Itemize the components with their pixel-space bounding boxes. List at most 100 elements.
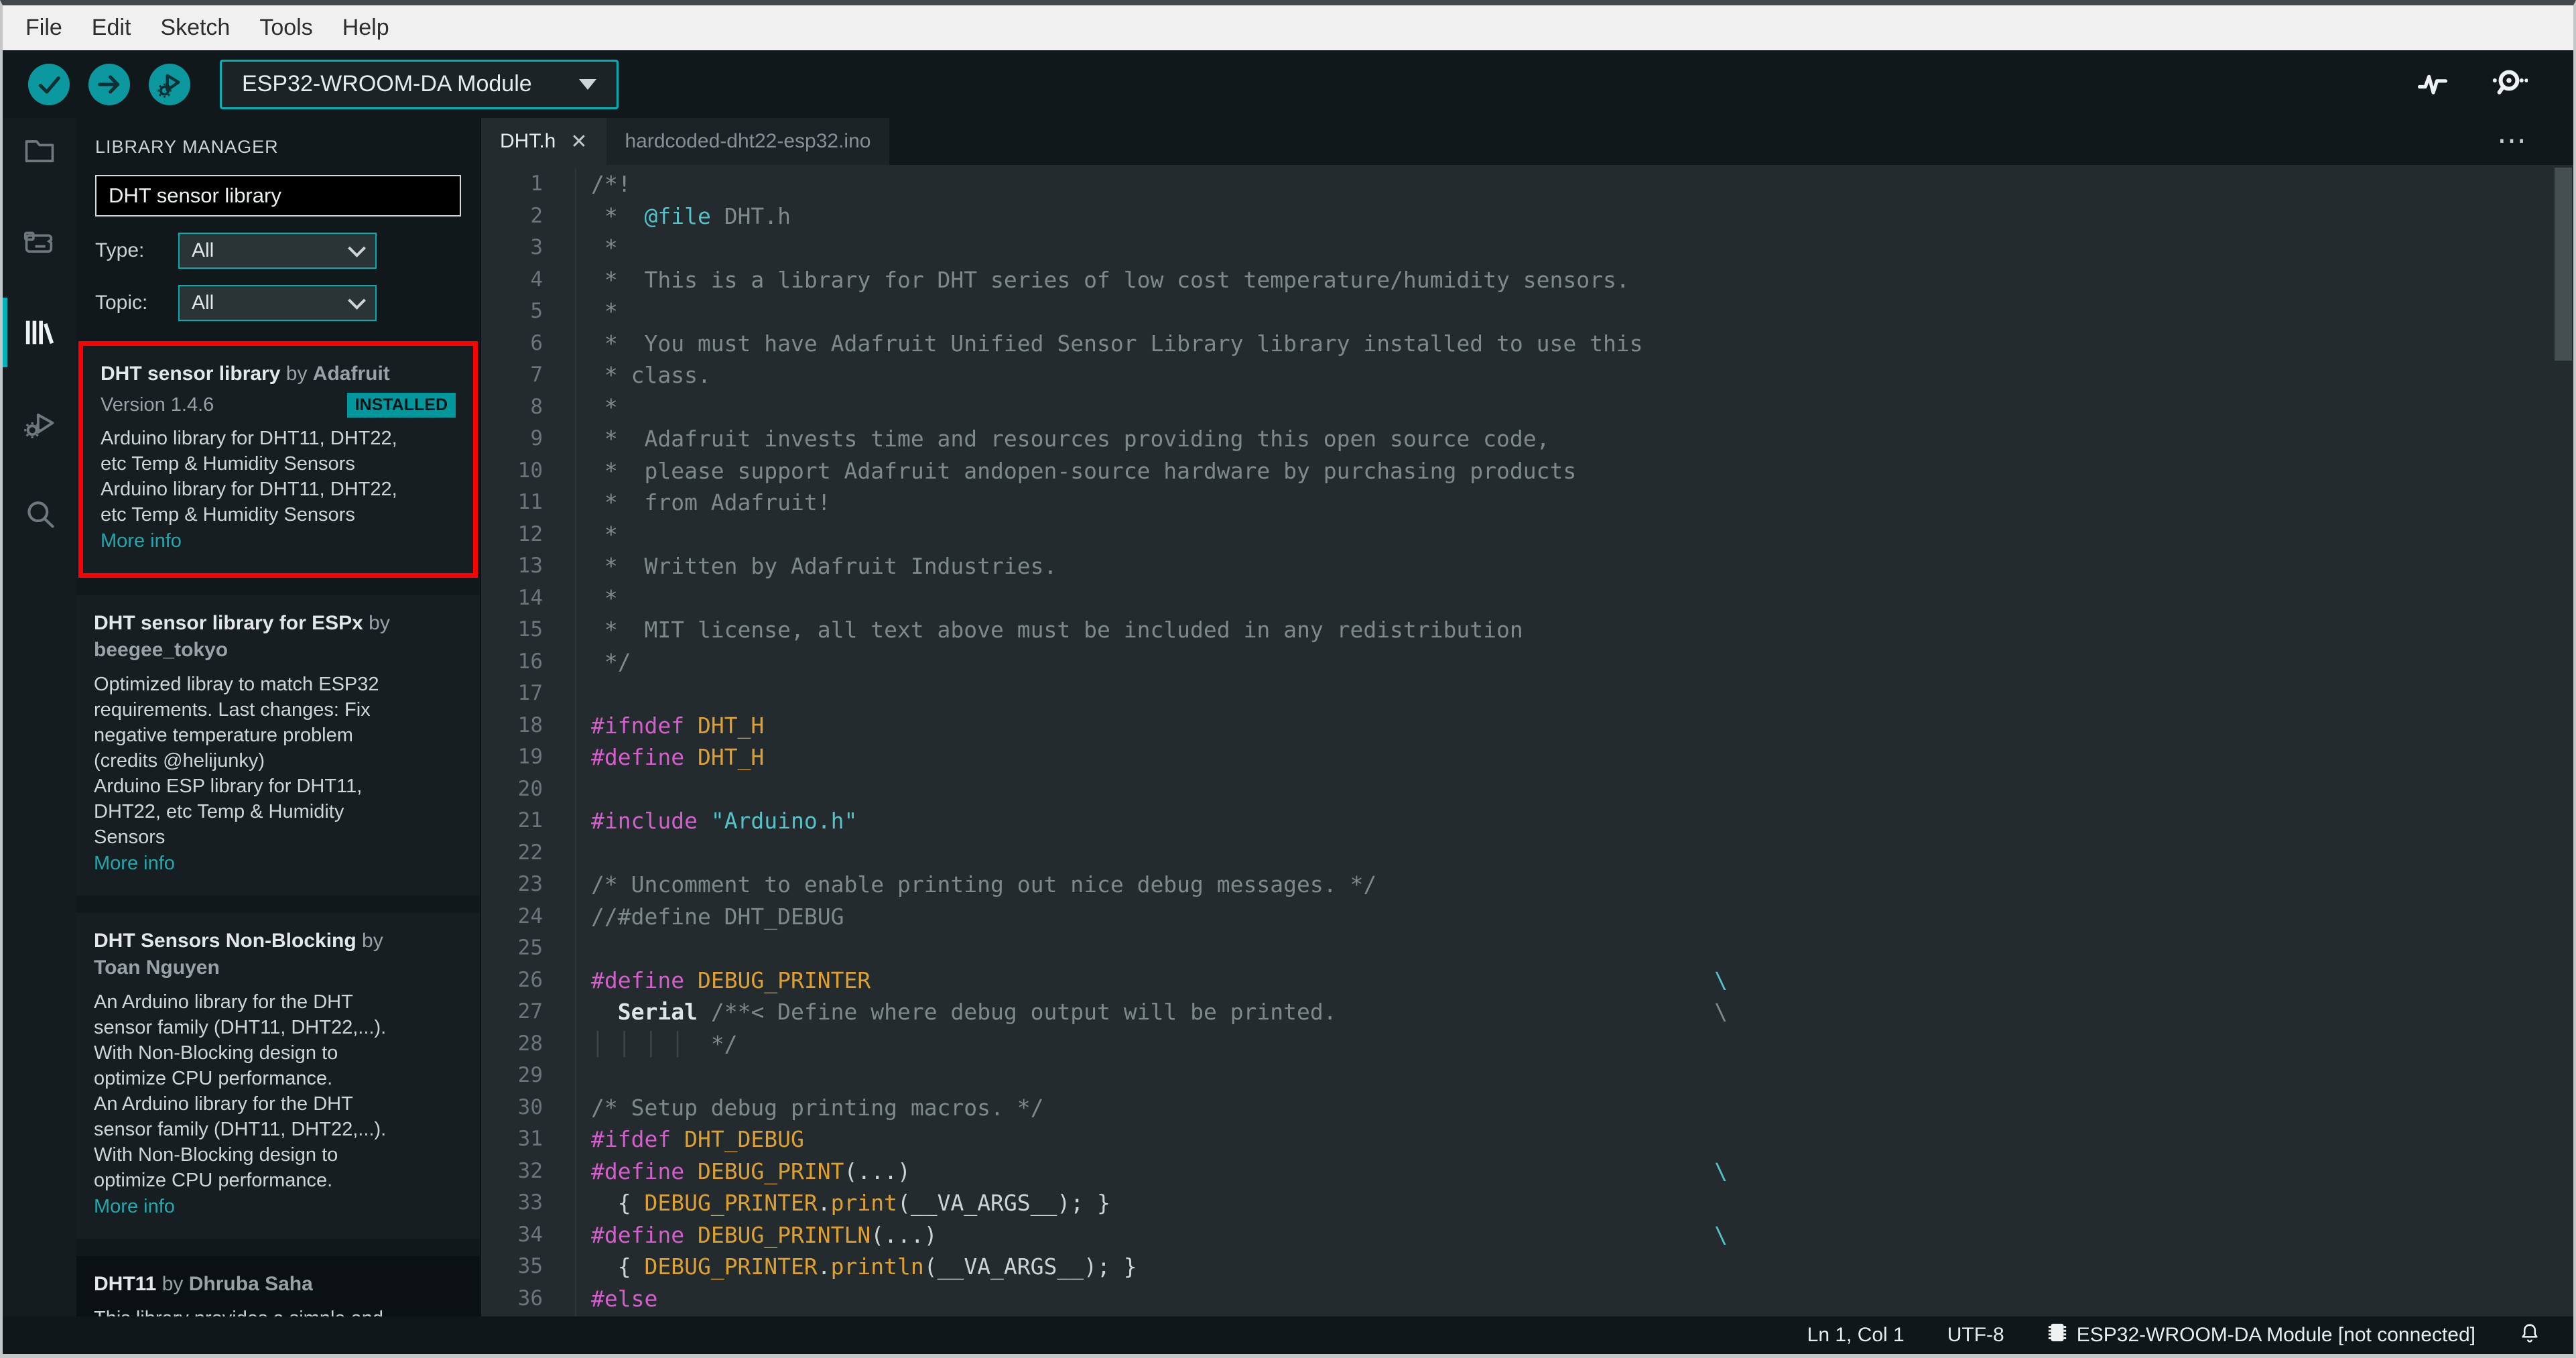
sidebar-item-search[interactable]: [22, 497, 57, 532]
sidebar-item-debug[interactable]: [22, 406, 57, 441]
line-number: 26: [517, 967, 543, 992]
code-line: 26 #define DEBUG_PRINTER \: [481, 964, 2573, 996]
board-selector[interactable]: ESP32-WROOM-DA Module: [220, 59, 619, 109]
code-area[interactable]: 1/*! 2 * @file DHT.h 3 * 4 * This is a libr…: [481, 165, 2573, 1316]
sidebar-item-boards-manager[interactable]: [22, 224, 57, 259]
line-number: 34: [517, 1222, 543, 1247]
more-info-link[interactable]: More info: [94, 850, 462, 877]
board-status-label: ESP32-WROOM-DA Module [not connected]: [2076, 1324, 2475, 1346]
library-description: This library provides a simple and easy-…: [94, 1306, 392, 1316]
folder-icon: [22, 133, 57, 168]
magnifier-icon: [22, 497, 57, 532]
toolbar-right: [2415, 64, 2528, 105]
menu-edit[interactable]: Edit: [77, 15, 146, 41]
serial-plotter-icon[interactable]: [2415, 65, 2450, 103]
code-line: 36 #else: [481, 1282, 2573, 1314]
menu-help[interactable]: Help: [328, 15, 404, 41]
close-icon[interactable]: ✕: [570, 130, 587, 153]
code-line: 29: [481, 1060, 2573, 1092]
verify-button[interactable]: [28, 63, 70, 105]
topic-filter-row: Topic: All: [95, 285, 461, 321]
line-number: 14: [517, 585, 543, 610]
debug-button[interactable]: [149, 63, 190, 105]
code-line: 30/* Setup debug printing macros. */: [481, 1091, 2573, 1123]
line-number: 10: [517, 458, 543, 483]
menu-tools[interactable]: Tools: [245, 15, 327, 41]
toolbar: ESP32-WROOM-DA Module: [3, 50, 2573, 118]
line-number: 33: [517, 1190, 543, 1215]
line-number: 5: [530, 299, 543, 323]
code-line: 28 │ │ │ │ */: [481, 1028, 2573, 1060]
notifications-button[interactable]: [2518, 1320, 2541, 1350]
type-filter-value: All: [192, 239, 214, 261]
line-number: 31: [517, 1127, 543, 1151]
upload-button[interactable]: [88, 63, 130, 105]
code-line: 15 * MIT license, all text above must be…: [481, 614, 2573, 646]
dropdown-caret-icon: [578, 78, 596, 90]
main-area: LIBRARY MANAGER Type: All Topic: All DHT…: [3, 118, 2573, 1316]
library-description: Arduino library for DHT11, DHT22, etc Te…: [101, 428, 397, 475]
topic-filter-value: All: [192, 292, 214, 314]
library-description: Arduino library for DHT11, DHT22, etc Te…: [101, 479, 397, 526]
topic-filter-label: Topic:: [95, 292, 148, 314]
code-line: 32 #define DEBUG_PRINT (...) \: [481, 1155, 2573, 1187]
line-number: 23: [517, 872, 543, 896]
library-card[interactable]: DHT11 by Dhruba Saha This library provide…: [76, 1256, 480, 1316]
code-line: 11 * from Adafruit!: [481, 487, 2573, 519]
menu-sketch[interactable]: Sketch: [145, 15, 245, 41]
status-bar: Ln 1, Col 1 UTF-8 ESP32-WROOM-DA Module …: [3, 1316, 2573, 1354]
tab-bar: DHT.h ✕ hardcoded-dht22-esp32.ino ⋯: [481, 118, 2573, 165]
tab-dht-h[interactable]: DHT.h ✕: [481, 118, 606, 165]
sidebar-item-sketchbook[interactable]: [22, 133, 57, 168]
library-card[interactable]: DHT sensor library by Adafruit Version 1.…: [78, 341, 478, 578]
code-line: 37#define DEBUG_PRINT(...)\: [481, 1314, 2573, 1316]
line-number: 2: [530, 203, 543, 228]
tab-sketch-ino[interactable]: hardcoded-dht22-esp32.ino: [606, 118, 890, 165]
code-line: 2 * @file DHT.h: [481, 200, 2573, 232]
code-line: 21 #include "Arduino.h": [481, 805, 2573, 837]
code-line: 23/* Uncomment to enable printing out ni…: [481, 869, 2573, 901]
more-actions-icon[interactable]: ⋯: [2497, 123, 2532, 158]
code-line: 20: [481, 773, 2573, 805]
board-status[interactable]: ESP32-WROOM-DA Module [not connected]: [2047, 1321, 2475, 1349]
code-line: 19 #define DHT_H: [481, 741, 2573, 774]
more-info-link[interactable]: More info: [101, 528, 456, 554]
code-line: 12 *: [481, 518, 2573, 550]
line-number: 22: [517, 840, 543, 865]
menubar: File Edit Sketch Tools Help: [3, 5, 2573, 50]
topic-filter-select[interactable]: All: [178, 285, 377, 321]
debug-icon: [156, 71, 183, 98]
library-search-input[interactable]: [95, 175, 461, 217]
type-filter-select[interactable]: All: [178, 233, 377, 269]
more-info-link[interactable]: More info: [94, 1193, 462, 1220]
activity-bar: [3, 118, 76, 1316]
line-number: 12: [517, 521, 543, 546]
library-list: DHT sensor library by Adafruit Version 1.…: [76, 341, 480, 1316]
code-line: 24//#define DHT_DEBUG: [481, 900, 2573, 932]
library-card[interactable]: DHT sensor library for ESPx by beegee_to…: [76, 595, 480, 896]
line-number: 21: [517, 808, 543, 832]
encoding-indicator[interactable]: UTF-8: [1947, 1324, 2004, 1347]
bell-icon: [2518, 1320, 2541, 1350]
code-line: 9 * Adafruit invests time and resources …: [481, 423, 2573, 455]
code-line: 1/*!: [481, 168, 2573, 200]
line-number: 35: [517, 1254, 543, 1278]
code-line: 4 * This is a library for DHT series of …: [481, 263, 2573, 296]
code-line: 3 *: [481, 232, 2573, 264]
code-line: 10 * please support Adafruit andopen-sou…: [481, 454, 2573, 487]
serial-monitor-icon[interactable]: [2490, 64, 2528, 105]
cursor-position[interactable]: Ln 1, Col 1: [1807, 1324, 1905, 1347]
library-card[interactable]: DHT Sensors Non-Blocking by Toan Nguyen A…: [76, 913, 480, 1239]
code-line: 31 #ifdef DHT_DEBUG: [481, 1123, 2573, 1156]
line-number: 9: [530, 426, 543, 450]
installed-badge: INSTALLED: [346, 393, 456, 418]
menu-file[interactable]: File: [11, 15, 77, 41]
line-number: 27: [517, 999, 543, 1024]
editor-scrollbar[interactable]: [2555, 168, 2572, 361]
bug-play-icon: [22, 406, 57, 441]
line-number: 37: [481, 1314, 575, 1316]
sidebar-item-library-manager[interactable]: [3, 298, 57, 367]
line-number: 18: [517, 713, 543, 737]
chevron-down-icon: [348, 291, 366, 310]
library-meta: Version 1.4.6 INSTALLED: [101, 393, 456, 418]
